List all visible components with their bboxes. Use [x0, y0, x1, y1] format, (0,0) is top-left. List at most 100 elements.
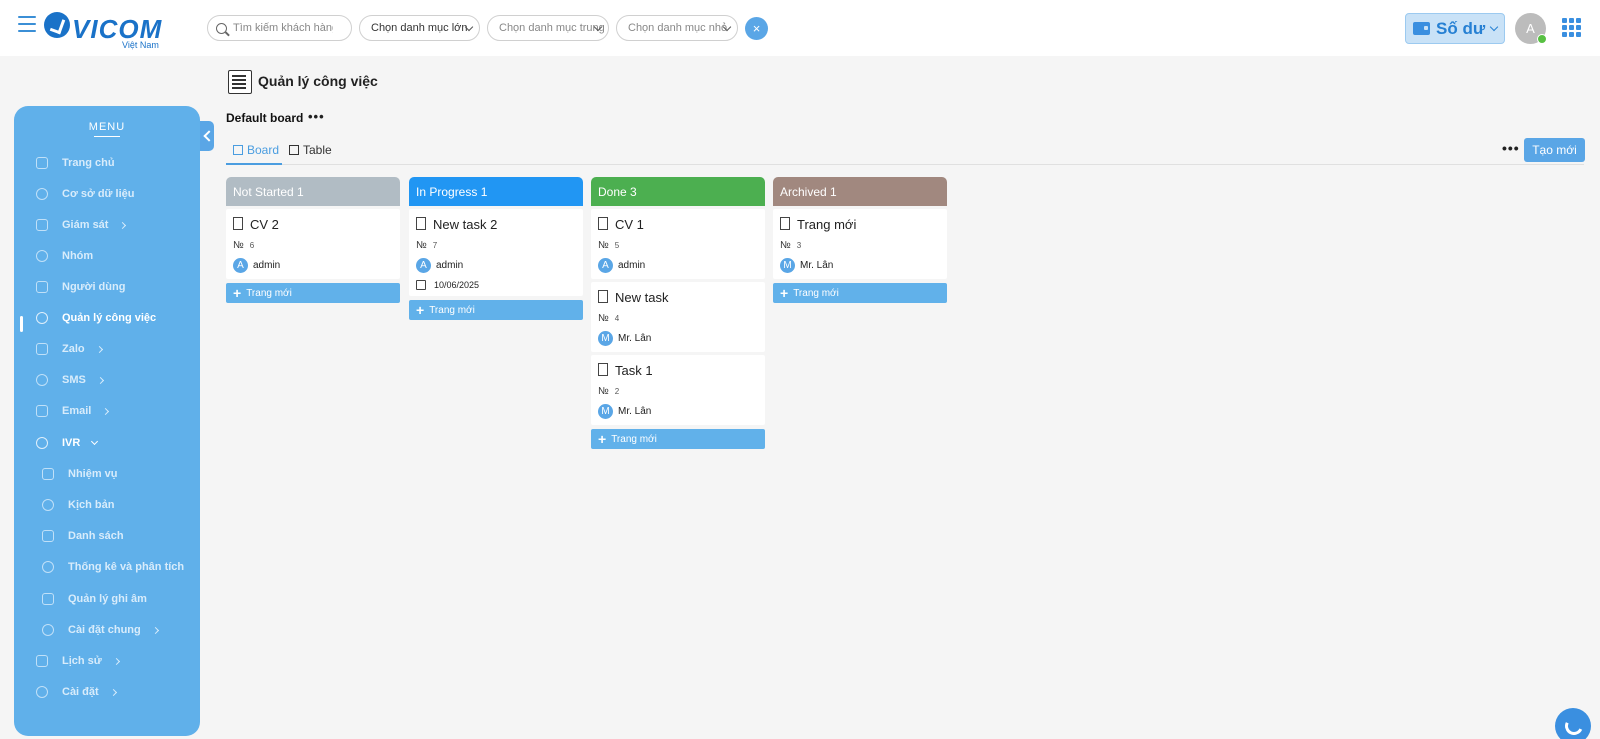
- calendar-icon: [416, 280, 426, 290]
- sidebar-item-8[interactable]: Email: [36, 400, 110, 422]
- card-number: 2: [614, 387, 620, 396]
- sidebar-item-2[interactable]: Giám sát: [36, 214, 127, 236]
- sidebar-item-label: Email: [62, 405, 92, 417]
- card-number: 5: [614, 241, 620, 250]
- active-tab-underline: [226, 163, 282, 165]
- plus-icon: +: [780, 285, 789, 301]
- apps-grid-icon[interactable]: [1562, 18, 1581, 37]
- tab-board[interactable]: Board: [233, 143, 279, 157]
- tab-table-label: Table: [303, 143, 332, 157]
- sidebar-item-4[interactable]: Người dùng: [36, 276, 125, 298]
- number-sign: №: [416, 240, 427, 251]
- monitor-icon: [36, 219, 48, 231]
- kanban-column: Archived 1 Trang mới № 3 M Mr. Lân + Trang …: [773, 177, 947, 303]
- column-header[interactable]: Archived 1: [773, 177, 947, 206]
- sidebar-collapse-button[interactable]: [200, 121, 214, 151]
- group-icon: [36, 250, 48, 262]
- task-card[interactable]: CV 1 № 5 Aadmin: [591, 209, 765, 279]
- add-page-label: Trang mới: [611, 433, 657, 445]
- sidebar-item-14[interactable]: Quản lý ghi âm: [42, 588, 147, 610]
- sidebar-item-1[interactable]: Cơ sở dữ liệu: [36, 183, 135, 205]
- sidebar-item-5[interactable]: Quản lý công việc: [36, 307, 156, 329]
- card-number: 7: [432, 241, 438, 250]
- balance-dropdown[interactable]: Số dư: [1405, 13, 1505, 44]
- mail-icon: [36, 405, 48, 417]
- sidebar-item-6[interactable]: Zalo: [36, 338, 103, 360]
- add-page-button[interactable]: + Trang mới: [409, 300, 583, 320]
- plus-icon: +: [598, 431, 607, 447]
- chevron-right-icon: [95, 345, 103, 353]
- task-card[interactable]: Trang mới № 3 M Mr. Lân: [773, 209, 947, 279]
- search-input[interactable]: [233, 22, 333, 34]
- hamburger-menu-icon[interactable]: [18, 16, 36, 32]
- document-icon: [233, 216, 243, 230]
- sidebar-item-label: Kịch bản: [68, 499, 115, 511]
- sidebar-item-15[interactable]: Cài đặt chung: [42, 619, 159, 641]
- card-title-row: New task: [598, 289, 758, 305]
- sidebar-item-16[interactable]: Lịch sử: [36, 650, 120, 672]
- sidebar-item-0[interactable]: Trang chủ: [36, 152, 115, 174]
- task-board-icon: [228, 70, 252, 94]
- column-header[interactable]: Done 3: [591, 177, 765, 206]
- more-options-icon[interactable]: •••: [1502, 140, 1520, 156]
- number-sign: №: [780, 240, 791, 251]
- sidebar-item-7[interactable]: SMS: [36, 369, 104, 391]
- number-sign: №: [598, 313, 609, 324]
- add-page-label: Trang mới: [246, 287, 292, 299]
- sidebar-item-label: Danh sách: [68, 530, 124, 542]
- task-card[interactable]: New task № 4 M Mr. Lân: [591, 282, 765, 352]
- board-more-icon[interactable]: •••: [308, 109, 325, 124]
- category-large-label: Chọn danh mục lớn: [371, 22, 468, 34]
- category-large-select[interactable]: Chọn danh mục lớn: [359, 15, 480, 41]
- add-page-button[interactable]: + Trang mới: [226, 283, 400, 303]
- create-new-button[interactable]: Tạo mới: [1524, 138, 1585, 162]
- sidebar-item-label: Cơ sở dữ liệu: [62, 188, 135, 200]
- category-small-select[interactable]: Chọn danh mục nhỏ: [616, 15, 738, 41]
- sidebar-item-label: Trang chủ: [62, 157, 115, 169]
- column-header[interactable]: In Progress 1: [409, 177, 583, 206]
- task-card[interactable]: New task 2 № 7 Aadmin 10/06/2025: [409, 209, 583, 296]
- script-icon: [42, 499, 54, 511]
- add-page-label: Trang mới: [793, 287, 839, 299]
- robot-icon: [42, 561, 54, 573]
- assignee-avatar: M: [598, 404, 613, 419]
- sidebar-item-12[interactable]: Danh sách: [42, 525, 124, 547]
- logo[interactable]: VICOM Việt Nam: [44, 10, 164, 50]
- document-icon: [780, 216, 790, 230]
- sidebar-item-9[interactable]: IVR: [36, 432, 99, 454]
- add-page-button[interactable]: + Trang mới: [773, 283, 947, 303]
- sidebar-item-17[interactable]: Cài đặt: [36, 681, 117, 703]
- card-number-row: № 3: [780, 240, 940, 251]
- card-date: 10/06/2025: [416, 280, 576, 290]
- tab-table[interactable]: Table: [289, 143, 332, 157]
- sidebar-item-label: Cài đặt: [62, 686, 99, 698]
- phone-call-icon[interactable]: [1555, 708, 1591, 739]
- task-card[interactable]: Task 1 № 2 M Mr. Lân: [591, 355, 765, 425]
- chevron-right-icon: [112, 657, 120, 665]
- robot-icon: [36, 437, 48, 449]
- column-header[interactable]: Not Started 1: [226, 177, 400, 206]
- customer-search[interactable]: [207, 15, 352, 41]
- category-medium-select[interactable]: Chọn danh mục trung: [487, 15, 609, 41]
- board-icon: [233, 145, 243, 155]
- sidebar-item-label: IVR: [62, 437, 81, 449]
- menu-title: MENU: [14, 121, 200, 137]
- online-status-dot: [1537, 34, 1547, 44]
- card-number-row: № 6: [233, 240, 393, 251]
- sidebar-item-11[interactable]: Kịch bản: [42, 494, 114, 516]
- sidebar-item-label: Nhóm: [62, 250, 94, 262]
- tab-divider: [226, 164, 1584, 165]
- card-title-row: Task 1: [598, 362, 758, 378]
- task-card[interactable]: CV 2 № 6 Aadmin: [226, 209, 400, 279]
- card-title: New task: [615, 290, 669, 305]
- chevron-down-icon: [91, 437, 99, 445]
- sidebar-item-13[interactable]: Thống kê và phân tích: [42, 556, 184, 578]
- sidebar-item-3[interactable]: Nhóm: [36, 245, 93, 267]
- clear-filter-button[interactable]: ×: [745, 17, 768, 40]
- card-title: CV 1: [615, 217, 644, 232]
- sidebar-item-label: Người dùng: [62, 281, 126, 293]
- history-icon: [36, 655, 48, 667]
- sidebar-item-10[interactable]: Nhiệm vụ: [42, 463, 118, 485]
- active-indicator: [20, 316, 23, 332]
- add-page-button[interactable]: + Trang mới: [591, 429, 765, 449]
